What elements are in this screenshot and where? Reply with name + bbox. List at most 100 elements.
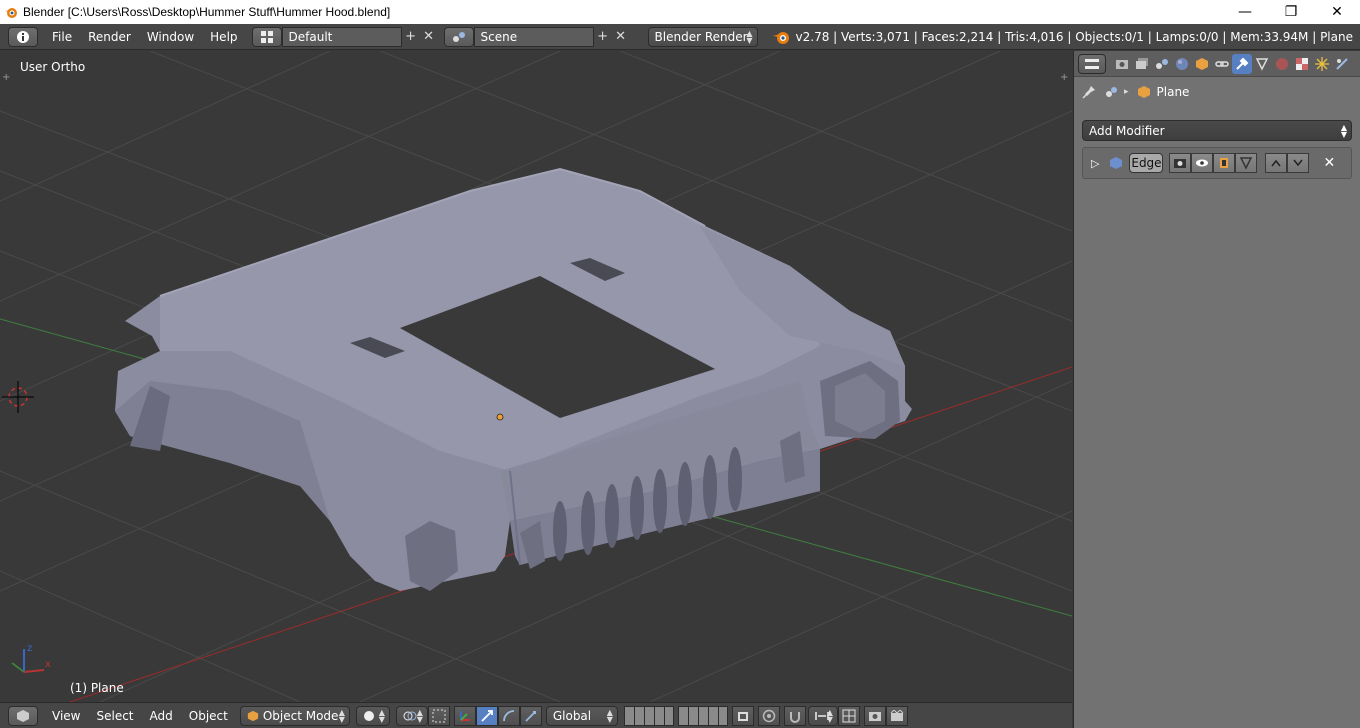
opengl-render-image-icon[interactable] [863, 705, 886, 726]
maximize-button[interactable]: ❐ [1268, 0, 1314, 24]
area-split-corner-icon[interactable]: + [1060, 73, 1070, 83]
screen-layout-selector[interactable] [251, 26, 282, 47]
pivot-point-dropdown[interactable]: ▲ ▼ [395, 705, 428, 726]
close-window-button[interactable]: ✕ [1314, 0, 1360, 24]
info-header: File Render Window Help Default + ✕ Scen… [0, 24, 1360, 50]
screen-layout-field[interactable]: Default [281, 26, 402, 47]
blender-logo-icon [772, 31, 789, 44]
move-manipulator-icon[interactable] [475, 705, 498, 726]
3d-viewport[interactable]: z x User Ortho (1) Plane + + [0, 51, 1072, 702]
scene-tab-icon[interactable] [1152, 54, 1172, 74]
pin-icon[interactable] [1082, 85, 1096, 99]
dropdown-arrows-icon: ▲ ▼ [826, 707, 833, 724]
info-icon [17, 30, 29, 43]
menu-view[interactable]: View [44, 709, 88, 723]
scene-selector[interactable] [443, 26, 474, 47]
edit-mode-toggle-icon[interactable] [1213, 153, 1236, 173]
menu-add[interactable]: Add [142, 709, 181, 723]
3d-view-icon [17, 709, 29, 722]
area-split-corner-icon[interactable]: + [2, 73, 12, 83]
expand-triangle-icon[interactable]: ▷ [1091, 157, 1099, 170]
editor-type-info-button[interactable] [8, 26, 38, 47]
editor-type-3d-view-button[interactable] [8, 705, 38, 726]
texture-tab-icon[interactable] [1292, 54, 1312, 74]
object-icon [1137, 86, 1150, 98]
material-tab-icon[interactable] [1272, 54, 1292, 74]
axis-x-label: x [45, 659, 51, 670]
render-engine-label: Blender Render [654, 29, 748, 44]
window-titlebar: Blender [C:\Users\Ross\Desktop\Hummer St… [0, 0, 1360, 24]
dropdown-arrows-icon: ▲ ▼ [746, 28, 753, 45]
dropdown-arrows-icon: ▲ ▼ [338, 707, 345, 724]
scene-field[interactable]: Scene [473, 26, 594, 47]
window-title: Blender [C:\Users\Ross\Desktop\Hummer St… [23, 5, 391, 19]
on-cage-toggle-icon[interactable] [1235, 153, 1258, 173]
add-modifier-dropdown[interactable]: Add Modifier ▲ ▼ [1082, 120, 1352, 141]
editor-type-properties-button[interactable] [1078, 53, 1106, 74]
orientation-label: Global [552, 708, 592, 723]
add-layout-icon[interactable]: + [402, 27, 420, 47]
render-engine-dropdown[interactable]: Blender Render ▲ ▼ [647, 26, 758, 47]
3d-cursor-icon[interactable] [2, 381, 34, 413]
minimize-button[interactable]: — [1222, 0, 1268, 24]
transform-orientation-dropdown[interactable]: Global ▲ ▼ [545, 705, 618, 726]
axis-z-label: z [27, 643, 32, 654]
particles-tab-icon[interactable] [1312, 54, 1332, 74]
scene-icon [1106, 87, 1117, 97]
menu-select[interactable]: Select [88, 709, 141, 723]
data-tab-icon[interactable] [1252, 54, 1272, 74]
manipulator-toggle-icon[interactable] [427, 705, 450, 726]
render-tab-icon[interactable] [1112, 54, 1132, 74]
mode-dropdown[interactable]: Object Mode ▲ ▼ [239, 705, 350, 726]
move-down-icon[interactable] [1287, 153, 1310, 173]
3d-view-header: View Select Add Object Object Mode ▲ ▼ ▲ ▼… [0, 702, 1072, 728]
dropdown-arrows-icon: ▲ ▼ [416, 707, 423, 724]
object-origin-dot[interactable] [496, 413, 504, 421]
context-breadcrumb: ▸ Plane [1074, 77, 1360, 107]
dropdown-arrows-icon: ▲ ▼ [378, 707, 385, 724]
scale-manipulator-icon[interactable] [519, 705, 542, 726]
constraints-tab-icon[interactable] [1212, 54, 1232, 74]
breadcrumb-object-name: Plane [1156, 85, 1190, 99]
render-toggle-icon[interactable] [1169, 153, 1192, 173]
snap-target-icon[interactable] [837, 705, 860, 726]
add-scene-icon[interactable]: + [594, 27, 612, 47]
remove-layout-icon[interactable]: ✕ [420, 27, 438, 47]
render-layers-tab-icon[interactable] [1132, 54, 1152, 74]
scene-icon [452, 31, 465, 42]
menu-help[interactable]: Help [202, 30, 245, 44]
rotate-manipulator-icon[interactable] [497, 705, 520, 726]
lock-layers-icon[interactable] [731, 705, 754, 726]
object-tab-icon[interactable] [1192, 54, 1212, 74]
scene-layers-group-2[interactable] [677, 705, 728, 726]
menu-object[interactable]: Object [181, 709, 236, 723]
viewport-shading-dropdown[interactable]: ▲ ▼ [355, 705, 390, 726]
add-modifier-label: Add Modifier [1089, 123, 1165, 138]
snap-element-dropdown[interactable]: ▲ ▼ [807, 705, 838, 726]
blender-logo-icon [5, 8, 17, 18]
world-tab-icon[interactable] [1172, 54, 1192, 74]
hummer-hood-model[interactable] [115, 167, 912, 591]
proportional-editing-icon[interactable] [757, 705, 780, 726]
physics-tab-icon[interactable] [1332, 54, 1352, 74]
menu-window[interactable]: Window [139, 30, 202, 44]
translate-manipulator-icon[interactable] [453, 705, 476, 726]
modifier-name-field[interactable]: Edge [1129, 153, 1164, 173]
snap-toggle-icon[interactable] [783, 705, 806, 726]
properties-editor-icon [1085, 58, 1099, 69]
scene-layers-group-1[interactable] [623, 705, 674, 726]
opengl-render-animation-icon[interactable] [885, 705, 908, 726]
viewport-visibility-eye-icon[interactable] [1191, 153, 1214, 173]
menu-render[interactable]: Render [80, 30, 139, 44]
modifiers-tab-icon[interactable] [1232, 53, 1252, 74]
properties-tabs [1074, 51, 1360, 77]
viewport-scene[interactable]: z x [0, 51, 1072, 702]
dropdown-arrows-icon: ▲ ▼ [1340, 122, 1347, 139]
remove-modifier-close-icon[interactable]: ✕ [1323, 155, 1335, 171]
move-up-icon[interactable] [1265, 153, 1288, 173]
solid-shading-icon [363, 710, 374, 721]
remove-scene-icon[interactable]: ✕ [612, 27, 630, 47]
dropdown-arrows-icon: ▲ ▼ [606, 707, 613, 724]
menu-file[interactable]: File [44, 30, 80, 44]
properties-editor: ▸ Plane Add Modifier ▲ ▼ ▷ Edge ✕ [1073, 51, 1360, 728]
